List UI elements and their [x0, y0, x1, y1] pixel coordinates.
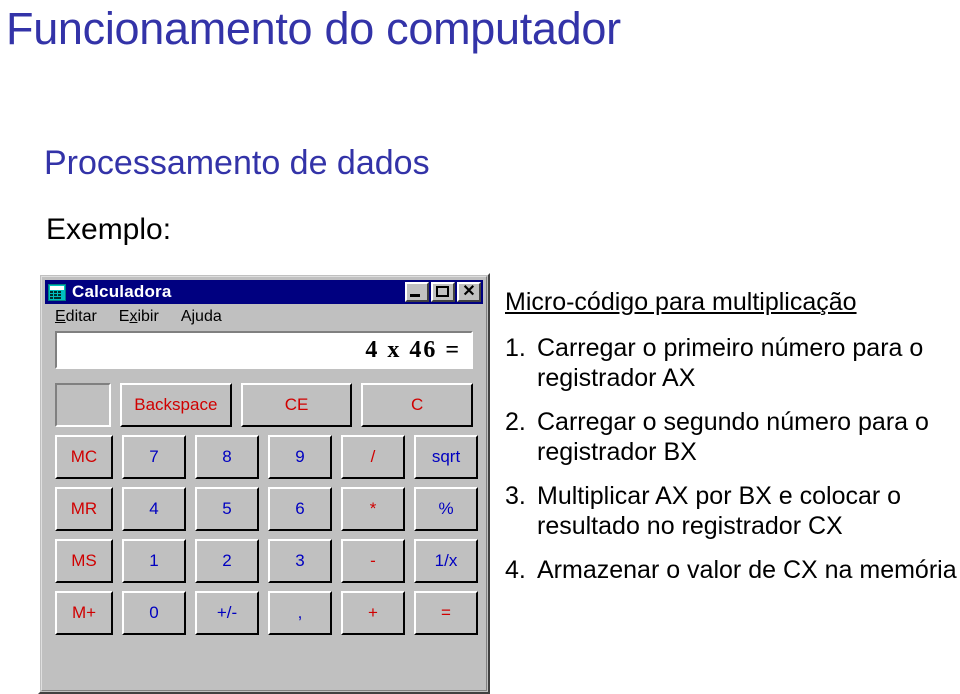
calculator-keypad[interactable]: Backspace CE C MC 7 8 9/sqrt MR 4 5 6 *% MS 1 2 3-1/x M…	[55, 383, 478, 635]
key-1[interactable]: 1	[122, 539, 186, 583]
key-2[interactable]: 2	[195, 539, 259, 583]
key-percent[interactable]: %	[414, 487, 478, 531]
calculator-display-value: 4 x 46 =	[365, 336, 461, 363]
calculator-title: Calculadora	[72, 282, 172, 301]
keypad-row-1: MC 7 8 9/sqrt	[55, 435, 478, 479]
key-ce[interactable]: CE	[240, 383, 353, 427]
key-multiply[interactable]: *	[341, 487, 405, 531]
key-backspace[interactable]: Backspace	[120, 383, 232, 427]
microcode-step: 1. Carregar o primeiro número para o regi…	[505, 333, 960, 393]
microcode-step-text: Carregar o primeiro número para o regist…	[537, 334, 924, 392]
microcode-panel: Micro-código para multiplicação 1. Carreg…	[505, 287, 960, 599]
key-subtract[interactable]: -	[341, 539, 405, 583]
microcode-step-number: 1.	[505, 334, 526, 362]
key-equals[interactable]: =	[414, 591, 478, 635]
keypad-row-3: MS 1 2 3-1/x	[55, 539, 478, 583]
key-0[interactable]: 0	[122, 591, 186, 635]
key-decimal[interactable]: ,	[268, 591, 332, 635]
key-reciprocal[interactable]: 1/x	[414, 539, 478, 583]
key-mc[interactable]: MC	[55, 435, 113, 479]
key-m-[interactable]: M+	[55, 591, 113, 635]
minimize-button[interactable]	[405, 282, 429, 302]
microcode-step: 3. Multiplicar AX por BX e colocar o resu…	[505, 481, 960, 541]
microcode-step-text: Armazenar o valor de CX na memória	[537, 556, 957, 584]
calculator-titlebar[interactable]: Calculadora ✕	[45, 280, 483, 304]
close-button[interactable]: ✕	[457, 282, 481, 302]
example-label: Exemplo:	[46, 213, 172, 246]
calculator-display[interactable]: 4 x 46 =	[55, 331, 473, 369]
key-9[interactable]: 9	[268, 435, 332, 479]
close-icon: ✕	[462, 283, 476, 300]
microcode-step: 4. Armazenar o valor de CX na memória	[505, 555, 960, 585]
key-8[interactable]: 8	[195, 435, 259, 479]
key-sqrt[interactable]: sqrt	[414, 435, 478, 479]
memory-indicator	[55, 383, 111, 427]
key-c[interactable]: C	[361, 383, 474, 427]
key-4[interactable]: 4	[122, 487, 186, 531]
key-mr[interactable]: MR	[55, 487, 113, 531]
keypad-row-4: M+ 0 +/-, + =	[55, 591, 478, 635]
microcode-step-number: 2.	[505, 408, 526, 436]
microcode-step-text: Multiplicar AX por BX e colocar o result…	[537, 482, 902, 540]
key-5[interactable]: 5	[195, 487, 259, 531]
key-divide[interactable]: /	[341, 435, 405, 479]
menu-item-exibir[interactable]: Exibir	[119, 308, 159, 326]
microcode-step-list: 1. Carregar o primeiro número para o regi…	[505, 333, 960, 585]
slide-subtitle: Processamento de dados	[44, 144, 430, 182]
maximize-button[interactable]	[431, 282, 455, 302]
key-ms[interactable]: MS	[55, 539, 113, 583]
page-title: Funcionamento do computador	[6, 3, 621, 54]
key-3[interactable]: 3	[268, 539, 332, 583]
key-sign[interactable]: +/-	[195, 591, 259, 635]
microcode-step-text: Carregar o segundo número para o registr…	[537, 408, 929, 466]
microcode-step-number: 3.	[505, 482, 526, 510]
calculator-window-inner: Calculadora ✕ Editar Exibir Ajuda 4 x 46 =…	[41, 276, 487, 691]
keypad-row-2: MR 4 5 6 *%	[55, 487, 478, 531]
calculator-window[interactable]: Calculadora ✕ Editar Exibir Ajuda 4 x 46 =…	[38, 273, 490, 694]
menu-item-ajuda[interactable]: Ajuda	[181, 308, 222, 326]
microcode-step: 2. Carregar o segundo número para o regis…	[505, 407, 960, 467]
microcode-heading: Micro-código para multiplicação	[505, 288, 857, 316]
menu-item-editar[interactable]: Editar	[55, 308, 97, 326]
keypad-row-commands: Backspace CE C	[55, 383, 474, 427]
key-7[interactable]: 7	[122, 435, 186, 479]
key-add[interactable]: +	[341, 591, 405, 635]
microcode-step-number: 4.	[505, 556, 526, 584]
calculator-icon	[48, 283, 66, 301]
calculator-menubar[interactable]: Editar Exibir Ajuda	[45, 304, 483, 329]
key-6[interactable]: 6	[268, 487, 332, 531]
